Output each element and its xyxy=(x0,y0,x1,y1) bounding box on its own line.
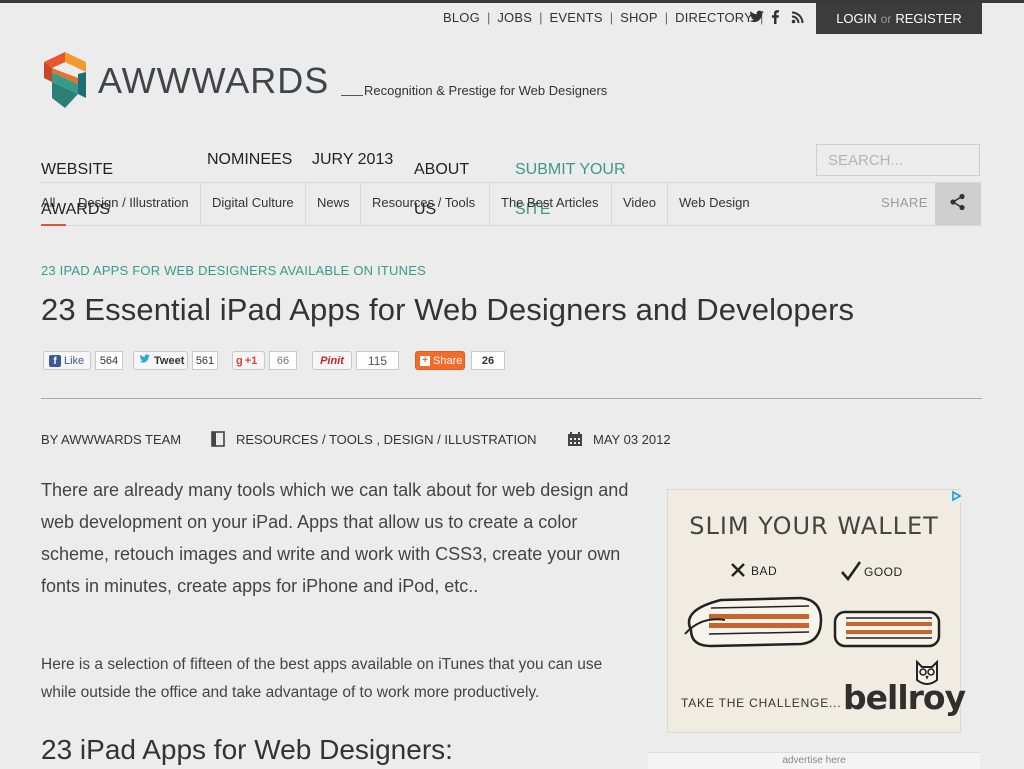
or-label: or xyxy=(880,11,892,26)
register-link[interactable]: REGISTER xyxy=(895,11,961,26)
addthis-share-button[interactable]: + Share xyxy=(415,351,465,370)
google-plus-button[interactable]: g +1 xyxy=(232,351,265,370)
category-web-design[interactable]: Web Design xyxy=(679,183,750,225)
social-icons xyxy=(749,10,805,24)
divider xyxy=(667,183,668,225)
pinit-label: Pinit xyxy=(320,354,344,367)
tagline: Recognition & Prestige for Web Designers xyxy=(364,83,608,98)
article-title: 23 Essential iPad Apps for Web Designers… xyxy=(41,292,855,327)
top-link-shop[interactable]: SHOP xyxy=(620,10,658,25)
ad-brand-logo: bellroy xyxy=(843,678,966,717)
adchoices-icon[interactable] xyxy=(949,489,963,502)
account-box: LOGIN or REGISTER xyxy=(816,3,982,34)
category-link-design[interactable]: DESIGN / ILLUSTRATION xyxy=(384,432,537,447)
category-video[interactable]: Video xyxy=(623,183,656,225)
share-label: SHARE xyxy=(881,195,928,210)
separator: | xyxy=(539,9,543,25)
active-category-indicator xyxy=(41,224,66,226)
facebook-icon[interactable] xyxy=(770,10,784,24)
facebook-icon: f xyxy=(49,354,61,367)
article-author[interactable]: BY AWWWARDS TEAM xyxy=(41,432,181,447)
share-button[interactable] xyxy=(935,183,981,225)
plus-icon: + xyxy=(420,355,430,366)
top-links: BLOG | JOBS | EVENTS | SHOP | DIRECTORY … xyxy=(443,9,770,25)
category-news[interactable]: News xyxy=(317,183,350,225)
awwwards-logo-icon[interactable] xyxy=(42,52,88,113)
article-intro-paragraph: There are already many tools which we ca… xyxy=(41,480,629,596)
google-icon: g xyxy=(236,354,243,367)
ad-headline: SLIM YOUR WALLET xyxy=(689,512,939,540)
nav-nominees[interactable]: NOMINEES xyxy=(207,150,292,170)
divider xyxy=(611,183,612,225)
bulky-wallet-illustration xyxy=(681,590,826,657)
tweet-label: Tweet xyxy=(154,354,185,367)
share-count: 26 xyxy=(471,351,505,370)
share-icon xyxy=(949,193,967,216)
category-bar: All Design / Illustration Digital Cultur… xyxy=(41,182,982,226)
search-input[interactable] xyxy=(816,144,980,176)
separator: | xyxy=(664,9,669,25)
facebook-like-button[interactable]: f Like xyxy=(43,351,91,370)
article-categories: RESOURCES / TOOLS , DESIGN / ILLUSTRATIO… xyxy=(236,432,537,447)
divider xyxy=(305,183,306,225)
divider xyxy=(489,183,490,225)
login-link[interactable]: LOGIN xyxy=(836,11,876,26)
calendar-icon xyxy=(567,431,583,450)
category-icon xyxy=(211,431,225,450)
separator: | xyxy=(609,9,614,25)
advertise-here-link[interactable]: advertise here xyxy=(648,752,980,769)
header-divider xyxy=(41,398,982,399)
divider xyxy=(360,183,361,225)
article-kicker[interactable]: 23 IPAD APPS FOR WEB DESIGNERS AVAILABLE… xyxy=(41,263,426,278)
ad-good-label: GOOD xyxy=(864,565,903,579)
check-mark-icon xyxy=(840,560,862,587)
category-all[interactable]: All xyxy=(41,183,55,225)
plus-one-label: +1 xyxy=(244,354,258,367)
category-link-resources[interactable]: RESOURCES / TOOLS xyxy=(236,432,373,447)
top-link-blog[interactable]: BLOG xyxy=(443,10,480,25)
tagline-rule xyxy=(341,95,363,96)
category-digital-culture[interactable]: Digital Culture xyxy=(212,183,294,225)
category-resources-tools[interactable]: Resources / Tools xyxy=(372,183,475,225)
article-date: MAY 03 2012 xyxy=(593,432,671,447)
ad-bad-label: BAD xyxy=(751,564,778,578)
article-paragraph: Here is a selection of fifteen of the be… xyxy=(41,656,603,701)
share-button-label: Share xyxy=(433,354,463,367)
tweet-button[interactable]: Tweet xyxy=(133,351,188,370)
pin-count: 115 xyxy=(356,351,399,370)
divider xyxy=(200,183,201,225)
category-separator: , xyxy=(376,432,381,447)
plus-one-count: 66 xyxy=(269,351,297,370)
nav-jury[interactable]: JURY 2013 xyxy=(312,150,393,170)
twitter-bird-icon xyxy=(139,354,151,367)
like-label: Like xyxy=(64,354,85,367)
article-subheading: 23 iPad Apps for Web Designers: xyxy=(41,734,453,765)
like-count: 564 xyxy=(95,351,123,370)
rss-icon[interactable] xyxy=(791,10,805,24)
category-design-illustration[interactable]: Design / Illustration xyxy=(78,183,189,225)
pinterest-button[interactable]: Pinit xyxy=(312,351,352,370)
slim-wallet-illustration xyxy=(832,608,942,657)
top-link-events[interactable]: EVENTS xyxy=(549,10,602,25)
tweet-count: 561 xyxy=(192,351,218,370)
logo-wordmark[interactable]: AWWWARDS xyxy=(98,60,329,102)
advertisement-banner[interactable]: SLIM YOUR WALLET BAD GOOD TAKE THE CHALL… xyxy=(667,489,966,733)
category-best-articles[interactable]: The Best Articles xyxy=(501,183,599,225)
separator: | xyxy=(486,9,491,25)
ad-call-to-action: TAKE THE CHALLENGE... xyxy=(681,696,842,710)
top-link-jobs[interactable]: JOBS xyxy=(497,10,532,25)
twitter-icon[interactable] xyxy=(749,10,764,24)
top-link-directory[interactable]: DIRECTORY xyxy=(675,10,753,25)
x-mark-icon xyxy=(730,562,746,583)
